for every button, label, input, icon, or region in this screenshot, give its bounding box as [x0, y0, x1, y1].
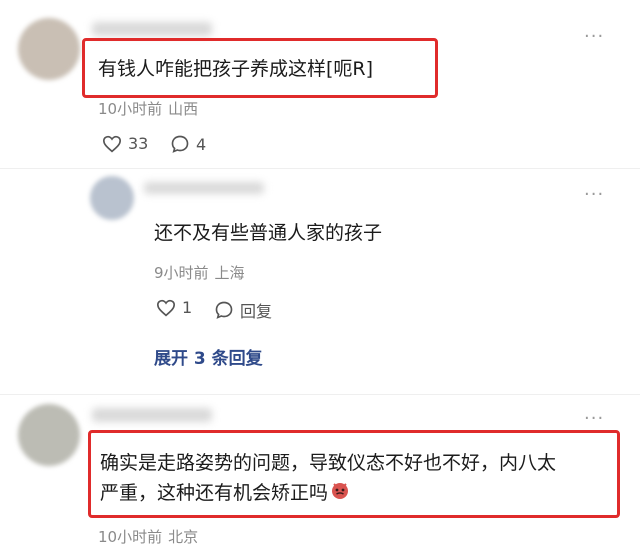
comment-location: 北京 — [168, 528, 199, 546]
avatar[interactable] — [18, 404, 80, 466]
more-options-icon[interactable]: ··· — [584, 410, 604, 428]
reply-label: 回复 — [240, 302, 273, 321]
username-blurred — [92, 408, 212, 422]
reply-meta: 9小时前 上海 — [154, 262, 251, 283]
heart-icon — [102, 135, 122, 152]
comment-time: 10小时前 — [98, 100, 163, 118]
reply-like-count: 1 — [182, 298, 193, 317]
reply-avatar[interactable] — [90, 176, 134, 220]
comment-meta: 10小时前 北京 — [98, 526, 204, 547]
comment-text-line2: 严重，这种还有机会矫正吗 — [100, 478, 350, 509]
expand-replies-button[interactable]: 展开 3 条回复 — [154, 344, 263, 369]
comment-time: 10小时前 — [98, 528, 163, 546]
comment-meta: 10小时前 山西 — [98, 98, 204, 119]
comment-bubble-icon — [171, 135, 189, 153]
reply-location: 上海 — [214, 264, 245, 282]
reply-like-button[interactable]: 1 — [156, 298, 192, 317]
reply-button[interactable]: 4 — [170, 134, 206, 154]
avatar[interactable] — [18, 18, 80, 80]
more-options-icon[interactable]: ··· — [584, 28, 604, 46]
comment-bubble-icon — [215, 301, 233, 319]
comment-text: 有钱人咋能把孩子养成这样[呃R] — [98, 58, 374, 80]
emoji-icon — [330, 479, 350, 509]
reply-more-options-icon[interactable]: ··· — [584, 186, 604, 204]
heart-icon — [156, 299, 176, 316]
comment-location: 山西 — [168, 100, 199, 118]
comment-text-line2-content: 严重，这种还有机会矫正吗 — [100, 482, 329, 504]
reply-username-blurred — [144, 182, 264, 194]
username-blurred — [92, 22, 212, 36]
like-count: 33 — [128, 134, 149, 153]
reply-text: 还不及有些普通人家的孩子 — [154, 222, 383, 244]
reply-reply-button[interactable]: 回复 — [214, 298, 272, 322]
divider — [0, 394, 640, 395]
like-button[interactable]: 33 — [102, 134, 148, 153]
reply-count: 4 — [196, 134, 207, 154]
comment-text-line1: 确实是走路姿势的问题，导致仪态不好也不好，内八太 — [100, 452, 557, 474]
divider — [0, 168, 640, 169]
reply-time: 9小时前 — [154, 264, 209, 282]
